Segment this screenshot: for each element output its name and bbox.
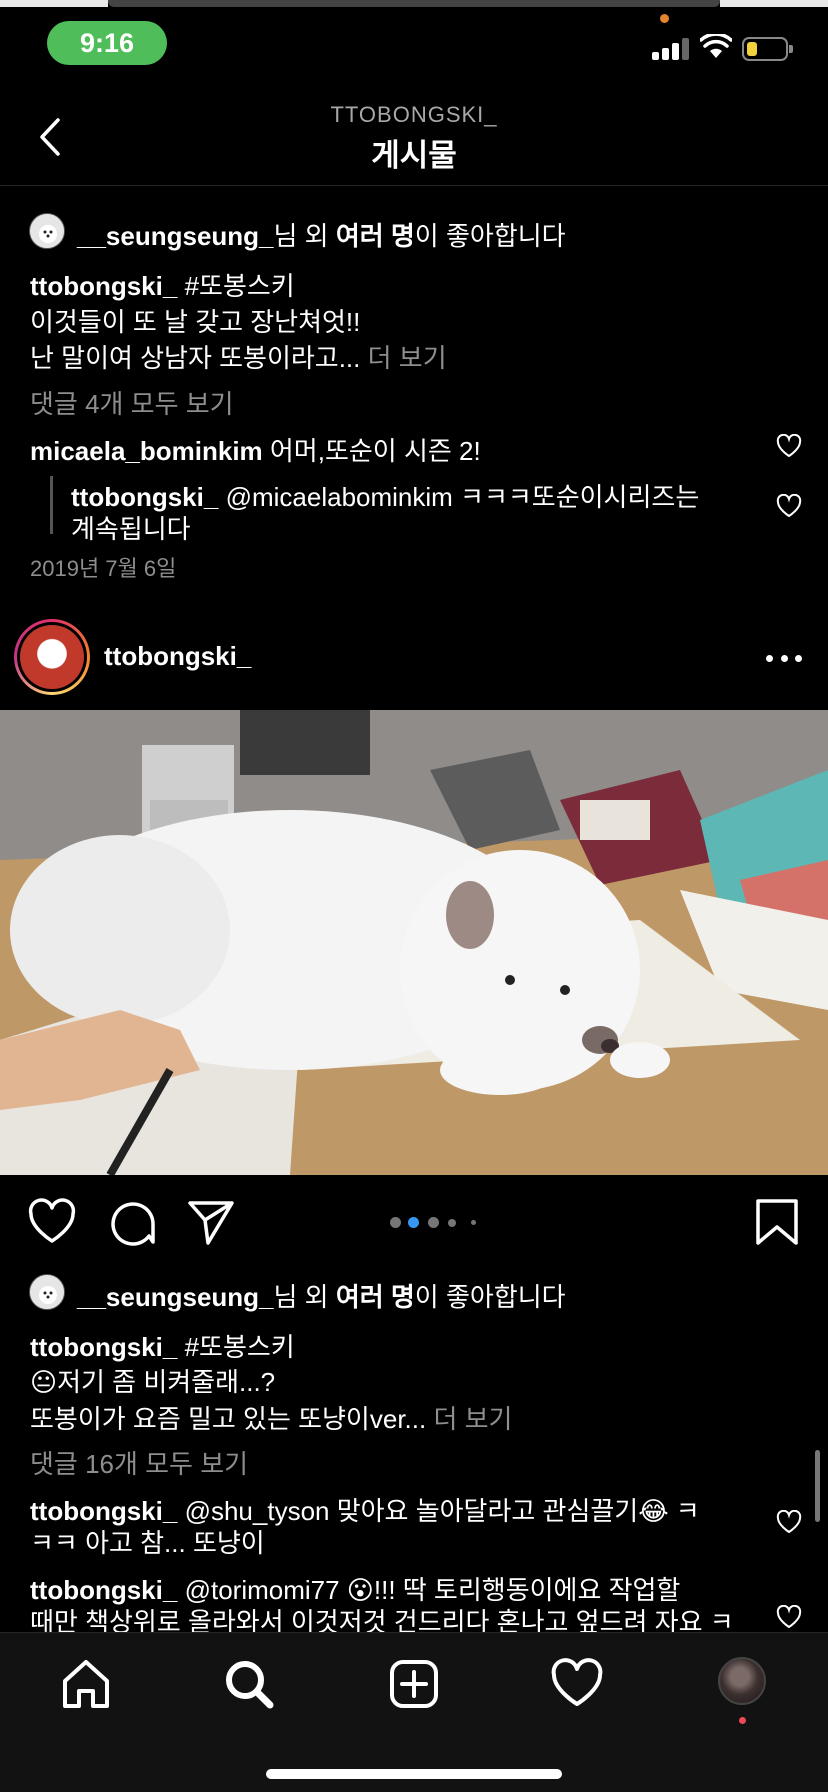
notification-dot — [739, 1717, 746, 1724]
post-username[interactable]: ttobongski_ — [104, 641, 251, 672]
liker-username[interactable]: __seungseung_ — [77, 221, 274, 251]
likes-text: 이 좋아합니다 — [414, 1282, 566, 1312]
camera-indicator-dot — [660, 14, 669, 23]
comment-text: 계속됩니다 — [71, 514, 191, 544]
comment: micaela_bominkim 어머,또순이 시즌 2! — [30, 431, 481, 468]
view-comments-link[interactable]: 댓글 16개 모두 보기 — [30, 1444, 248, 1481]
more-link[interactable]: 더 보기 — [368, 343, 447, 373]
caption-author[interactable]: ttobongski_ — [30, 271, 177, 301]
liker-username[interactable]: __seungseung_ — [77, 1282, 274, 1312]
likes-others[interactable]: 여러 명 — [336, 1282, 415, 1312]
caption-text: 저기 좀 비켜줄래...? — [57, 1367, 276, 1397]
heart-icon[interactable] — [776, 494, 802, 518]
profile-avatar[interactable] — [718, 1657, 766, 1705]
comment-text: @shu_tyson 맞아요 놀아달라고 관심끌기😂 ㅋ — [184, 1496, 700, 1526]
bottom-navigation — [0, 1632, 828, 1792]
more-link[interactable]: 더 보기 — [433, 1404, 512, 1434]
post1-likes[interactable]: __seungseung_님 외 여러 명이 좋아합니다 — [77, 216, 566, 253]
plus-square-icon[interactable] — [387, 1657, 441, 1711]
heart-icon[interactable] — [550, 1657, 604, 1711]
likes-others[interactable]: 여러 명 — [336, 221, 415, 251]
carousel-dot — [471, 1220, 476, 1225]
previous-screen-edge — [720, 0, 828, 7]
post2-caption-line: 😐저기 좀 비켜줄래...? — [30, 1362, 275, 1399]
status-bar: 9:16 — [0, 0, 828, 90]
carousel-dot — [448, 1219, 456, 1227]
wifi-icon — [700, 34, 732, 58]
carousel-indicator — [386, 1217, 486, 1229]
page-title: 게시물 — [371, 138, 457, 173]
caption-text: 난 말이여 상남자 또봉이라고... — [30, 343, 361, 373]
comment-author[interactable]: micaela_bominkim — [30, 436, 263, 466]
previous-post-edge — [0, 186, 828, 188]
comment-text: 어머,또순이 시즌 2! — [269, 436, 481, 466]
comment-text: @torimomi77 😮!!! 딱 토리행동이에요 작업할 — [184, 1575, 681, 1605]
likes-text: 이 좋아합니다 — [414, 221, 566, 251]
carousel-dot — [428, 1217, 439, 1228]
heart-icon[interactable] — [776, 1605, 802, 1629]
search-icon[interactable] — [222, 1657, 276, 1711]
caption-text: 또봉이가 요즘 밀고 있는 또냥이ver... — [30, 1404, 427, 1434]
likes-text: 님 외 — [273, 221, 336, 251]
post2-likes[interactable]: __seungseung_님 외 여러 명이 좋아합니다 — [77, 1277, 566, 1314]
post-photo[interactable] — [0, 710, 828, 1175]
comment-text: ㅋㅋ 아고 참... 또냥이 — [30, 1528, 265, 1558]
caption-text: 이것들이 또 날 갖고 장난쳐엇!! — [30, 307, 361, 337]
home-icon[interactable] — [59, 1657, 113, 1711]
reply-thread-line — [50, 476, 53, 534]
comment-text: @micaelabominkim ㅋㅋㅋ또순이시리즈는 — [225, 482, 700, 512]
caption-author[interactable]: ttobongski_ — [30, 1332, 177, 1362]
previous-screen-edge — [108, 0, 720, 7]
heart-icon[interactable] — [776, 434, 802, 458]
likes-text: 님 외 — [273, 1282, 336, 1312]
liker-avatar[interactable] — [29, 213, 65, 249]
caption-hashtag[interactable]: #또봉스키 — [185, 1332, 295, 1362]
post1-caption-line: ttobongski_ #또봉스키 — [30, 266, 295, 303]
post-date: 2019년 7월 6일 — [30, 556, 177, 581]
comment-author[interactable]: ttobongski_ — [71, 482, 218, 512]
battery-icon — [742, 37, 793, 61]
comment-icon[interactable] — [107, 1198, 157, 1248]
more-horizontal-icon[interactable] — [766, 640, 802, 676]
post2-caption-line: ttobongski_ #또봉스키 — [30, 1327, 295, 1364]
caption-hashtag[interactable]: #또봉스키 — [185, 271, 295, 301]
page-header: TTOBONGSKI_ 게시물 — [0, 90, 828, 186]
post2-caption-line: 또봉이가 요즘 밀고 있는 또냥이ver... 더 보기 — [30, 1399, 512, 1436]
neutral-face-emoji: 😐 — [30, 1367, 58, 1397]
liker-avatar[interactable] — [29, 1274, 65, 1310]
view-comments-link[interactable]: 댓글 4개 모두 보기 — [30, 384, 234, 421]
previous-screen-edge — [0, 0, 108, 7]
scrollbar[interactable] — [815, 1450, 820, 1522]
paper-plane-icon[interactable] — [186, 1197, 236, 1247]
bookmark-icon[interactable] — [752, 1197, 802, 1247]
post1-caption-line: 난 말이여 상남자 또봉이라고... 더 보기 — [30, 338, 447, 375]
carousel-dot-active — [408, 1217, 419, 1228]
header-username: TTOBONGSKI_ — [330, 102, 498, 127]
comment-author[interactable]: ttobongski_ — [30, 1496, 177, 1526]
comment-author[interactable]: ttobongski_ — [30, 1575, 177, 1605]
status-time[interactable]: 9:16 — [47, 21, 167, 65]
avatar[interactable] — [14, 619, 90, 695]
heart-icon[interactable] — [27, 1197, 77, 1247]
cellular-signal-icon — [652, 38, 690, 60]
home-indicator[interactable] — [266, 1769, 562, 1779]
heart-icon[interactable] — [776, 1510, 802, 1534]
carousel-dot — [390, 1217, 401, 1228]
